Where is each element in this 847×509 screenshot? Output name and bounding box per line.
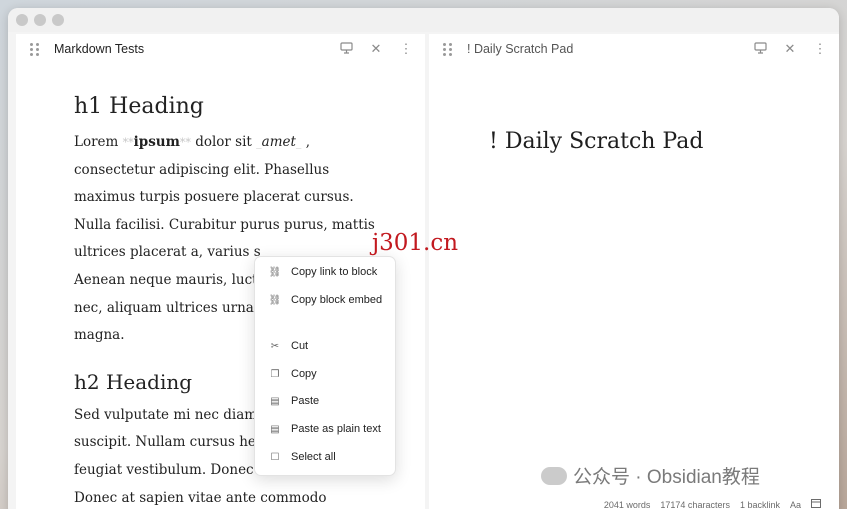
left-pane-header: Markdown Tests ✕ ⋮	[16, 34, 425, 64]
more-vertical-icon[interactable]: ⋮	[391, 41, 421, 57]
text-line: nec, aliquam ultrices urna.	[74, 299, 259, 316]
menu-item-label: Paste as plain text	[291, 423, 381, 435]
text-line: suscipit. Nullam cursus hen	[74, 434, 265, 451]
minimize-window-button[interactable]	[34, 14, 46, 26]
drag-handle-icon[interactable]	[30, 42, 42, 56]
menu-item-label: Cut	[291, 340, 309, 352]
menu-item-cut[interactable]: ✂ Cut	[255, 334, 395, 358]
monitor-icon[interactable]	[745, 41, 775, 57]
text-line: consectetur adipiscing elit. Phasellus	[74, 161, 330, 178]
right-pane: ! Daily Scratch Pad ✕ ⋮ ! Daily Scratch …	[429, 34, 839, 509]
context-menu: ⛓ Copy link to block ⛓ Copy block embed ✂ C…	[254, 256, 396, 476]
menu-item-copy-link-to-block[interactable]: ⛓ Copy link to block	[255, 260, 395, 284]
heading-1: h1 Heading	[74, 94, 204, 119]
monitor-icon[interactable]	[331, 41, 361, 57]
clipboard-icon: ▤	[270, 423, 280, 435]
scissors-icon: ✂	[270, 340, 280, 352]
text-line: Sed vulputate mi nec diam	[74, 406, 258, 423]
menu-item-label: Copy block embed	[291, 294, 383, 306]
menu-item-paste[interactable]: ▤ Paste	[255, 389, 395, 413]
menu-item-label: Paste	[291, 395, 320, 407]
watermark-site: j301.cn	[372, 230, 459, 256]
menu-item-label: Copy link to block	[291, 266, 378, 278]
clipboard-icon: ▤	[270, 395, 280, 407]
text-line: magna.	[74, 327, 125, 344]
copy-icon: ❐	[270, 368, 280, 380]
close-icon[interactable]: ✕	[775, 41, 805, 57]
zoom-window-button[interactable]	[52, 14, 64, 26]
status-bar: 2041 words 17174 characters 1 backlink A…	[604, 499, 821, 509]
text-run: dolor sit	[190, 134, 257, 150]
scratch-pad-heading: ! Daily Scratch Pad	[489, 129, 704, 154]
text-line: Donec at sapien vitae ante commodo	[74, 489, 327, 506]
text-line: Aenean neque mauris, luctu	[74, 271, 267, 288]
more-vertical-icon[interactable]: ⋮	[805, 41, 835, 57]
link-icon: ⛓	[268, 266, 282, 278]
right-pane-header: ! Daily Scratch Pad ✕ ⋮	[429, 34, 839, 64]
right-pane-title[interactable]: ! Daily Scratch Pad	[467, 42, 745, 56]
menu-item-label: Select all	[291, 451, 336, 463]
text-line: maximus turpis posuere placerat cursus.	[74, 189, 354, 206]
backlink-count[interactable]: 1 backlink	[740, 500, 780, 509]
drag-handle-icon[interactable]	[443, 42, 455, 56]
link-icon: ⛓	[268, 294, 282, 306]
text-line: ultrices placerat a, varius s	[74, 244, 261, 261]
menu-item-paste-plain-text[interactable]: ▤ Paste as plain text	[255, 417, 395, 441]
character-count[interactable]: 17174 characters	[660, 500, 730, 509]
close-window-button[interactable]	[16, 14, 28, 26]
watermark-wechat-text: 公众号 · Obsidian教程	[573, 467, 760, 488]
word-count[interactable]: 2041 words	[604, 500, 651, 509]
menu-item-label: Copy	[291, 368, 317, 380]
bold-marker: **	[122, 136, 134, 149]
left-pane-title[interactable]: Markdown Tests	[54, 42, 331, 56]
text-line: Nulla facilisi. Curabitur purus purus, m…	[74, 216, 375, 233]
close-icon[interactable]: ✕	[361, 41, 391, 57]
menu-item-select-all[interactable]: ☐ Select all	[255, 445, 395, 469]
text-run: ,	[301, 134, 310, 150]
watermark-wechat: 公众号 · Obsidian教程	[541, 462, 760, 489]
title-bar	[8, 8, 839, 32]
wechat-logo-icon	[541, 466, 567, 485]
font-icon[interactable]: Aa	[790, 500, 801, 509]
layout-icon[interactable]	[811, 499, 821, 509]
italic-text: amet	[261, 134, 296, 150]
menu-item-copy-block-embed[interactable]: ⛓ Copy block embed	[255, 288, 395, 312]
app-window: Markdown Tests ✕ ⋮ h1 Heading Lorem **ip…	[8, 8, 839, 509]
select-all-icon: ☐	[270, 451, 280, 463]
menu-item-copy[interactable]: ❐ Copy	[255, 362, 395, 386]
bold-text: ipsum	[133, 134, 180, 150]
bold-marker: **	[179, 136, 191, 149]
text-run: Lorem	[74, 134, 123, 150]
